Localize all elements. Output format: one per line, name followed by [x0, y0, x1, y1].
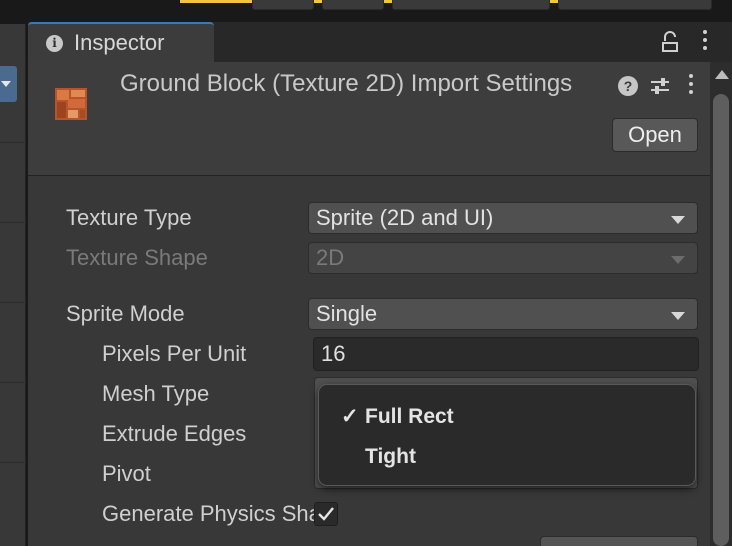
chevron-down-icon [671, 312, 685, 320]
tab-inspector[interactable]: i Inspector [28, 22, 214, 62]
scroll-up-arrow-icon[interactable] [715, 70, 729, 79]
toolbar-button[interactable] [392, 0, 550, 10]
checkmark-icon: ✓ [341, 405, 359, 428]
texture-type-label: Texture Type [66, 205, 192, 230]
divider [0, 142, 26, 143]
vertical-scrollbar[interactable] [710, 62, 732, 546]
lock-icon[interactable] [661, 31, 679, 53]
sprite-mode-value: Single [316, 301, 378, 326]
popup-item-label: Full Rect [365, 405, 454, 428]
extrude-edges-label: Extrude Edges [102, 421, 247, 446]
chevron-down-icon [1, 81, 11, 87]
texture-shape-value: 2D [316, 245, 345, 270]
toolbar-button[interactable] [252, 0, 314, 10]
info-icon: i [46, 35, 63, 52]
open-button[interactable]: Open [612, 118, 698, 152]
partial-button[interactable] [540, 536, 698, 546]
texture-type-value: Sprite (2D and UI) [316, 205, 494, 230]
window-menu-icon[interactable] [702, 30, 708, 54]
texture-type-dropdown[interactable]: Sprite (2D and UI) [308, 202, 698, 234]
chevron-down-icon [671, 256, 685, 264]
top-toolbar-strip [0, 0, 732, 24]
pixels-per-unit-field[interactable]: 16 [313, 337, 699, 371]
mesh-type-label: Mesh Type [102, 381, 210, 406]
toolbar-button[interactable] [558, 0, 712, 10]
inspector-header: Ground Block (Texture 2D) Import Setting… [28, 62, 710, 176]
divider [0, 462, 26, 463]
preset-icon[interactable] [650, 76, 670, 96]
more-options-icon[interactable] [688, 74, 694, 98]
left-docked-panel [0, 24, 26, 546]
tab-label: Inspector [74, 30, 165, 55]
generate-physics-shape-label: Generate Physics Shape [102, 501, 314, 526]
checkmark-icon [318, 507, 334, 521]
texture-asset-icon [55, 88, 87, 120]
chevron-down-icon [671, 216, 685, 224]
inspector-window: i Inspector Ground Block (Texture 2D) Im… [28, 22, 732, 546]
help-icon[interactable]: ? [618, 76, 638, 96]
sprite-mode-dropdown[interactable]: Single [308, 298, 698, 330]
popup-item-full-rect[interactable]: ✓ Full Rect [319, 397, 695, 437]
divider [0, 382, 26, 383]
mesh-type-popup-menu: ✓ Full Rect Tight [318, 384, 696, 486]
divider [0, 222, 26, 223]
texture-shape-dropdown: 2D [308, 242, 698, 274]
sprite-mode-label: Sprite Mode [66, 301, 185, 326]
popup-item-tight[interactable]: Tight [319, 437, 695, 477]
pixels-per-unit-label: Pixels Per Unit [102, 341, 247, 366]
asset-title: Ground Block (Texture 2D) Import Setting… [120, 70, 573, 97]
pivot-label: Pivot [102, 461, 151, 486]
divider [0, 302, 26, 303]
generate-physics-shape-checkbox[interactable] [314, 502, 338, 526]
popup-item-label: Tight [365, 445, 416, 468]
tab-bar: i Inspector [28, 22, 732, 62]
scrollbar-thumb[interactable] [713, 94, 729, 546]
texture-shape-label: Texture Shape [66, 245, 208, 270]
toolbar-button[interactable] [322, 0, 384, 10]
